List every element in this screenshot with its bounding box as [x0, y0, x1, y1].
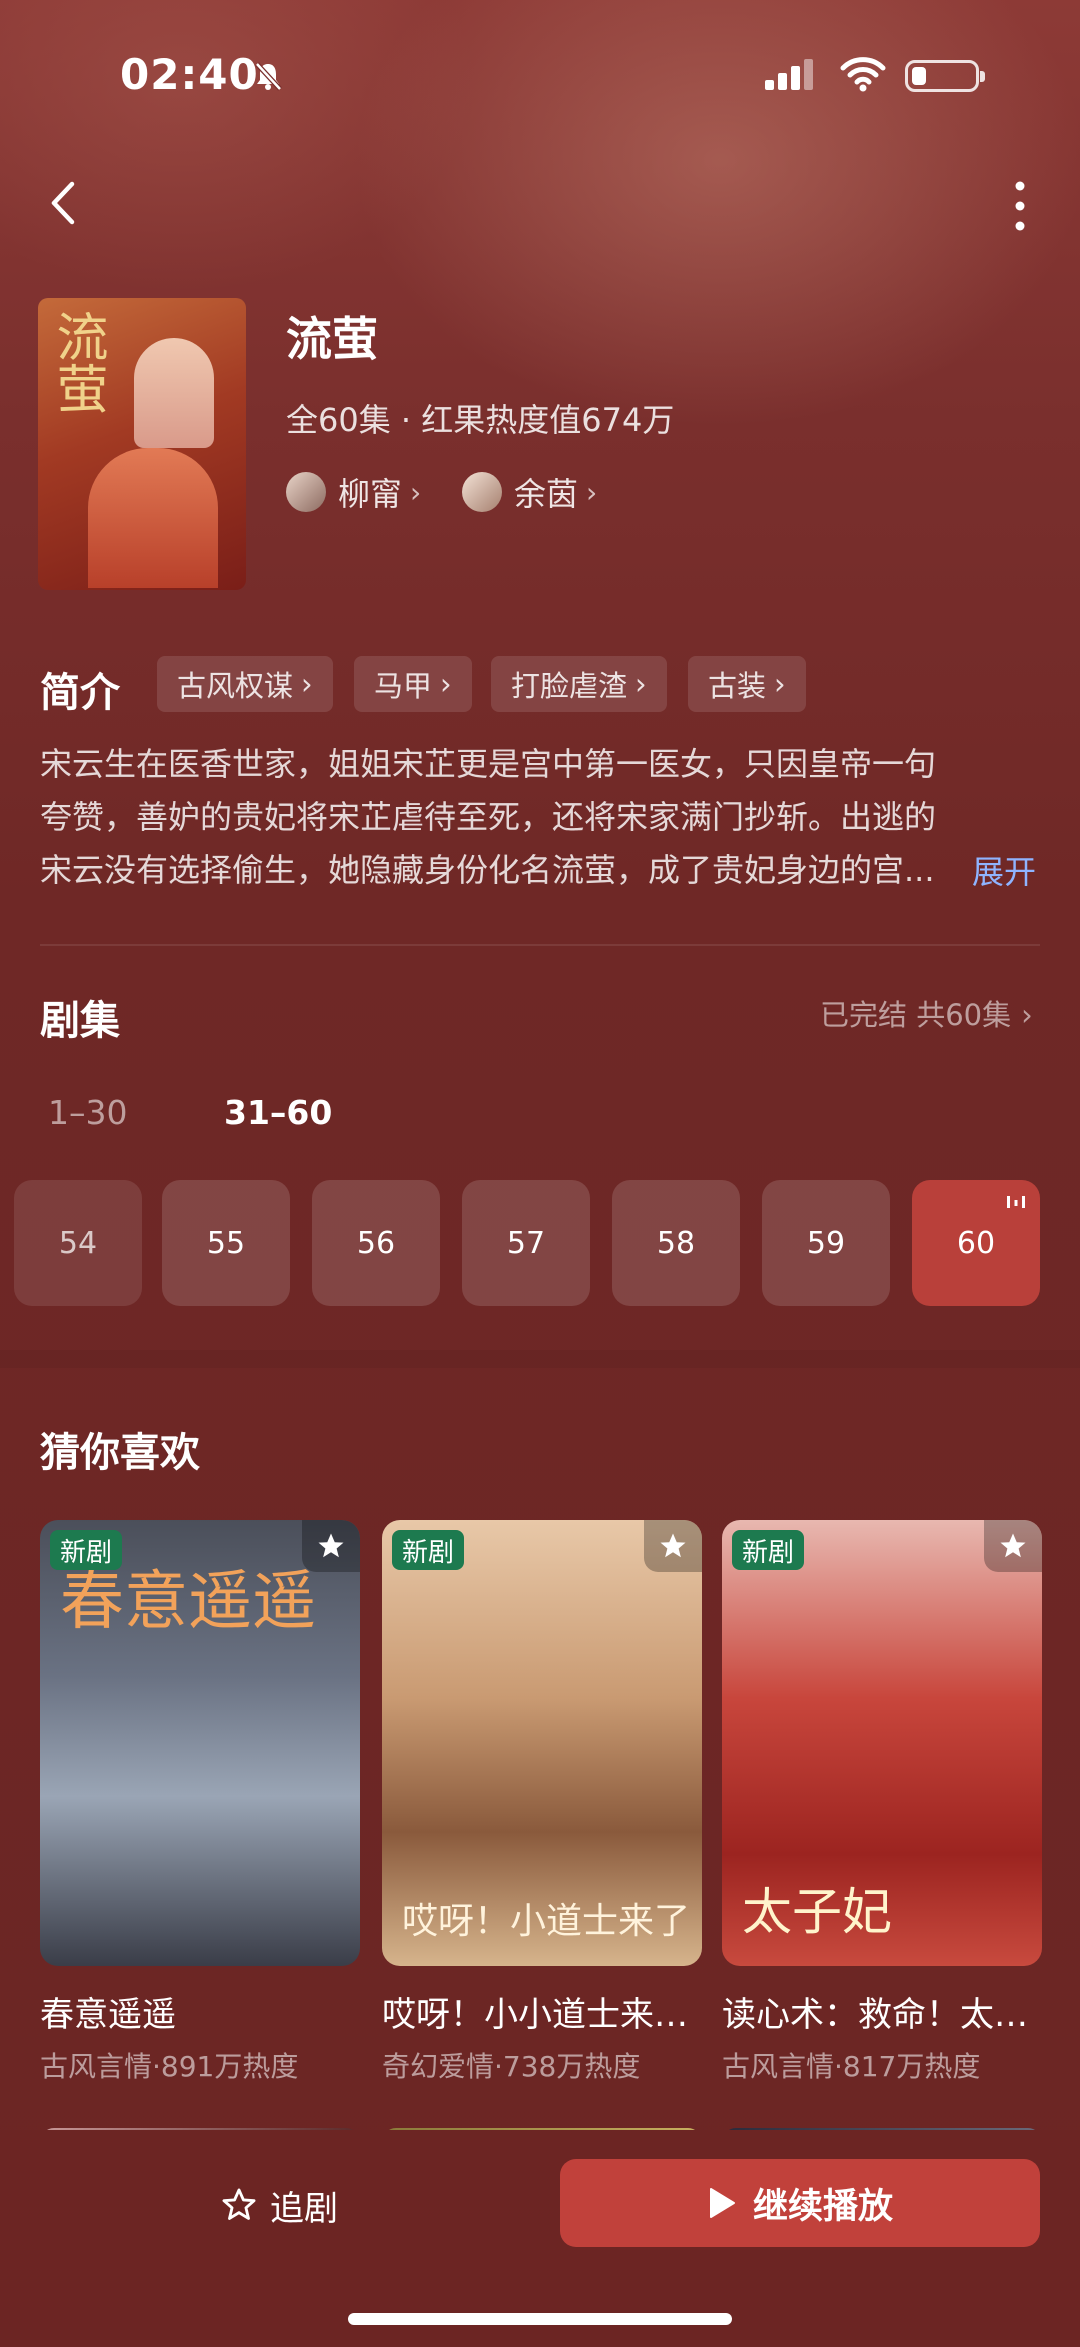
favorite-star-icon[interactable] [644, 1520, 702, 1572]
chevron-right-icon: › [774, 667, 786, 701]
episode-button[interactable]: 59 [762, 1180, 890, 1306]
avatar [462, 472, 502, 512]
cast-item[interactable]: 柳甯 › [286, 470, 421, 514]
episode-button[interactable]: 57 [462, 1180, 590, 1306]
home-indicator[interactable] [348, 2313, 732, 2325]
recommend-title[interactable]: 哎呀！小小道士来… [382, 1987, 702, 2036]
recommend-subtitle: 古风言情·817万热度 [722, 2050, 981, 2083]
more-options-icon[interactable] [1000, 178, 1040, 234]
episode-button[interactable]: 58 [612, 1180, 740, 1306]
star-outline-icon [222, 2188, 256, 2220]
cast-item[interactable]: 余茵 › [462, 470, 597, 514]
synopsis-text: 宋云生在医香世家，姐姐宋芷更是宫中第一医女，只因皇帝一句夸赞，善妒的贵妃将宋芷虐… [40, 745, 937, 889]
follow-button[interactable]: 追剧 [220, 2180, 338, 2230]
chevron-right-icon: › [586, 475, 598, 509]
status-time: 02:40 [120, 50, 259, 99]
chevron-right-icon: › [1021, 998, 1033, 1032]
cast-name: 余茵 [514, 475, 579, 513]
drama-title: 流萤 [286, 312, 378, 366]
recommend-subtitle: 奇幻爱情·738万热度 [382, 2050, 641, 2083]
recommend-card[interactable]: 新剧 太子妃 [722, 1520, 1042, 1966]
genre-tag[interactable]: 马甲 › [354, 656, 472, 712]
cellular-signal-icon [765, 59, 813, 90]
back-arrow-icon[interactable] [40, 178, 90, 228]
genre-tag[interactable]: 古装 › [688, 656, 806, 712]
favorite-star-icon[interactable] [302, 1520, 360, 1572]
poster-title: 流萤 [47, 310, 107, 414]
wifi-icon [840, 57, 886, 92]
new-badge: 新剧 [50, 1530, 123, 1570]
episode-button-current[interactable]: 60 [912, 1180, 1040, 1306]
chevron-right-icon: › [301, 667, 313, 701]
recommend-title[interactable]: 春意遥遥 [40, 1987, 360, 2036]
drama-poster: 流萤 [38, 298, 246, 590]
drama-meta: 全60集 · 红果热度值674万 [286, 401, 675, 439]
chevron-right-icon: › [635, 667, 647, 701]
avatar [286, 472, 326, 512]
cast-name: 柳甯 [338, 475, 403, 513]
episode-button[interactable]: 55 [162, 1180, 290, 1306]
recommend-card[interactable]: 新剧 哎呀！小道士来了 [382, 1520, 702, 1966]
episode-range-tab-selected[interactable]: 31–60 [224, 1093, 332, 1132]
recommend-heading: 猜你喜欢 [40, 1430, 200, 1476]
chevron-right-icon: › [410, 475, 422, 509]
favorite-star-icon[interactable] [984, 1520, 1042, 1572]
new-badge: 新剧 [732, 1530, 805, 1570]
play-icon [709, 2188, 735, 2218]
expand-synopsis-link[interactable]: 展开 [972, 847, 1036, 893]
continue-play-button[interactable]: 继续播放 [560, 2159, 1040, 2247]
episodes-heading: 剧集 [40, 998, 120, 1044]
new-badge: 新剧 [392, 1530, 465, 1570]
episode-button[interactable]: 56 [312, 1180, 440, 1306]
poster-title: 哎呀！小道士来了 [402, 1901, 691, 1942]
episode-button[interactable]: 54 [14, 1180, 142, 1306]
battery-icon [905, 60, 985, 92]
genre-tag[interactable]: 古风权谋 › [157, 656, 333, 712]
recommend-subtitle: 古风言情·891万热度 [40, 2050, 299, 2083]
intro-heading: 简介 [40, 670, 120, 716]
silent-bell-icon [255, 62, 282, 91]
episodes-status-link[interactable]: 已完结 共60集 › [820, 992, 1033, 1034]
divider [40, 944, 1040, 946]
chevron-right-icon: › [440, 667, 452, 701]
recommend-title[interactable]: 读心术：救命！太… [722, 1987, 1042, 2036]
now-playing-icon [1007, 1196, 1025, 1208]
episode-range-tab[interactable]: 1–30 [48, 1093, 128, 1132]
genre-tag[interactable]: 打脸虐渣 › [491, 656, 667, 712]
recommend-card[interactable]: 春意遥遥 新剧 [40, 1520, 360, 1966]
section-separator [0, 1350, 1080, 1368]
poster-title: 太子妃 [742, 1883, 892, 1941]
